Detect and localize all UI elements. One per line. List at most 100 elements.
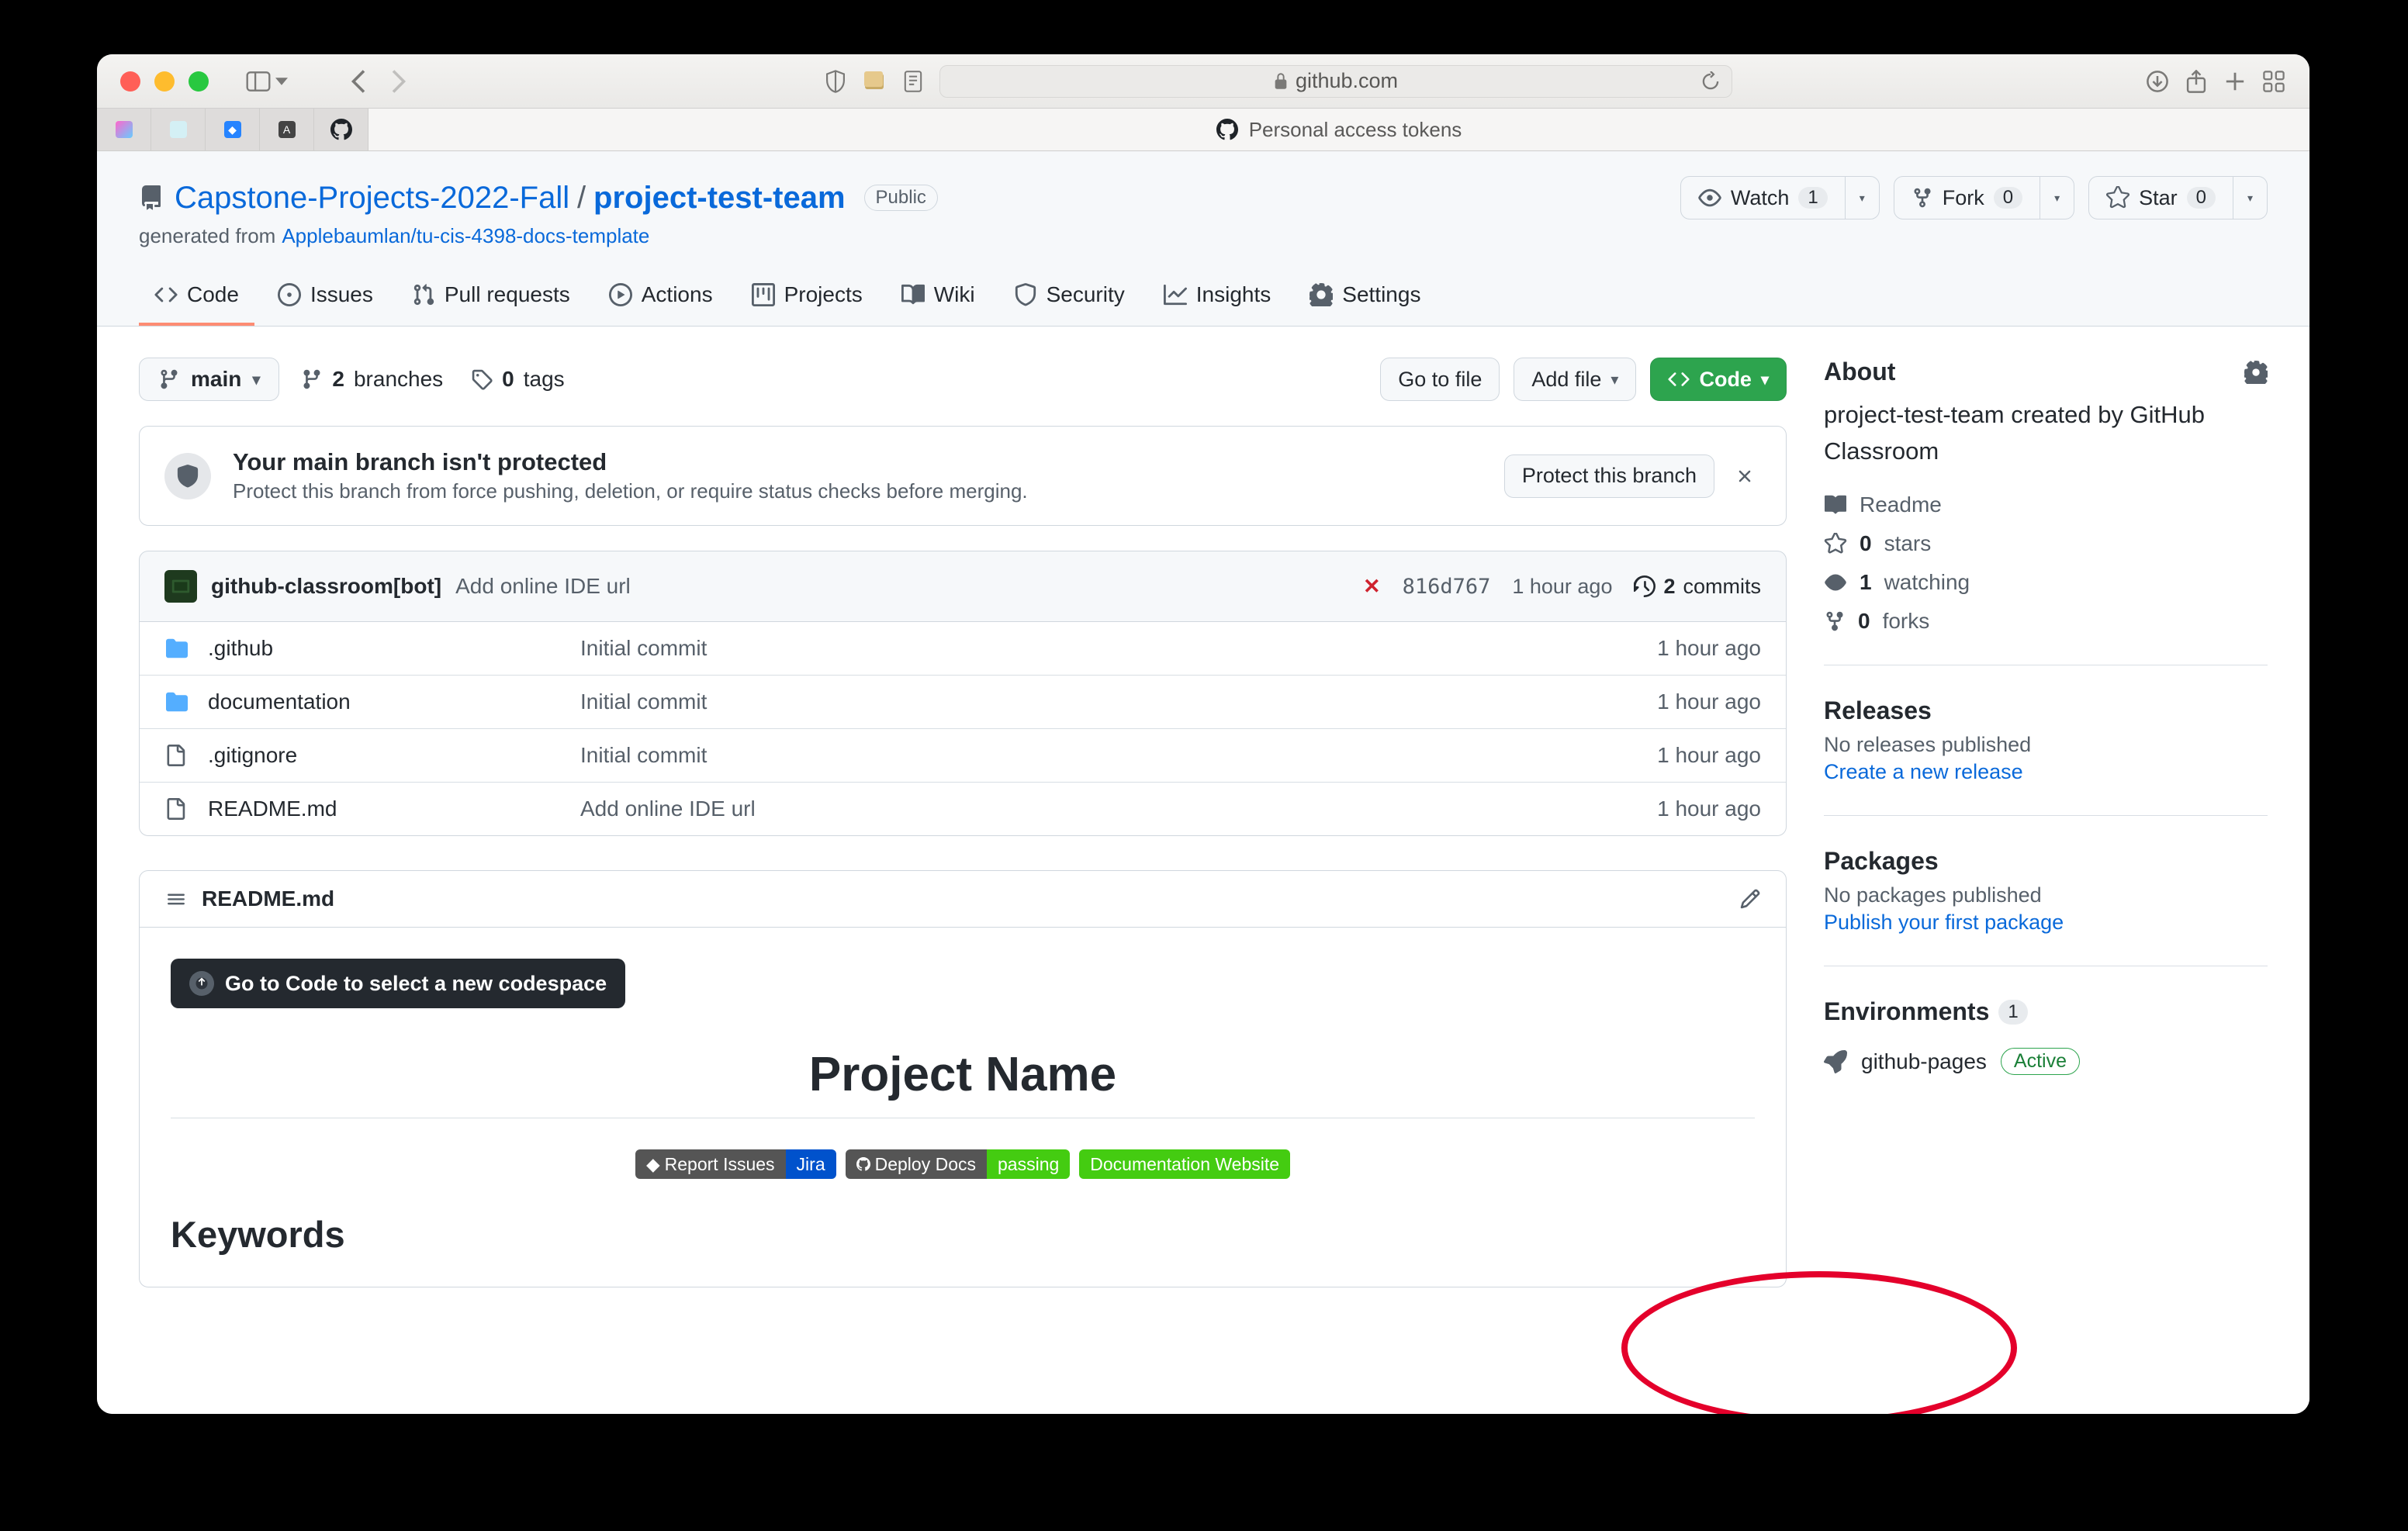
- file-row[interactable]: .gitignoreInitial commit1 hour ago: [140, 728, 1786, 782]
- star-icon: [2106, 186, 2129, 209]
- about-settings[interactable]: [2244, 361, 2268, 384]
- commit-sha[interactable]: 816d767: [1403, 575, 1491, 599]
- downloads-icon[interactable]: [2145, 69, 2170, 94]
- stars-link[interactable]: 0 stars: [1824, 531, 2268, 556]
- file-row[interactable]: documentationInitial commit1 hour ago: [140, 675, 1786, 728]
- file-list: .githubInitial commit1 hour agodocumenta…: [139, 622, 1787, 836]
- badge-deploy[interactable]: Deploy Docs passing: [846, 1149, 1071, 1179]
- repo-nav: Code Issues Pull requests Actions Projec…: [139, 270, 2268, 326]
- new-tab-icon[interactable]: [2223, 69, 2247, 94]
- watch-dropdown[interactable]: ▾: [1846, 176, 1880, 219]
- about-desc: project-test-team created by GitHub Clas…: [1824, 397, 2268, 469]
- create-release-link[interactable]: Create a new release: [1824, 760, 2268, 784]
- list-icon: [164, 889, 188, 909]
- badge-jira[interactable]: ◆ Report Issues Jira: [635, 1149, 836, 1179]
- tab-code[interactable]: Code: [139, 270, 254, 326]
- commit-author[interactable]: github-classroom[bot]: [211, 574, 441, 599]
- branch-protection-banner: Your main branch isn't protected Protect…: [139, 426, 1787, 526]
- commit-message[interactable]: Add online IDE url: [455, 574, 631, 599]
- environment-item[interactable]: github-pages Active: [1824, 1048, 2268, 1075]
- close-banner[interactable]: [1728, 460, 1761, 492]
- tab-actions[interactable]: Actions: [593, 270, 728, 326]
- active-tab[interactable]: Personal access tokens: [368, 109, 2309, 150]
- file-name[interactable]: documentation: [208, 689, 580, 714]
- tab-title: Personal access tokens: [1249, 118, 1462, 142]
- file-commit-msg[interactable]: Initial commit: [580, 636, 1657, 661]
- tab-issues[interactable]: Issues: [262, 270, 389, 326]
- watch-button[interactable]: Watch 1 ▾: [1680, 176, 1880, 219]
- fork-dropdown[interactable]: ▾: [2040, 176, 2074, 219]
- tab-insights[interactable]: Insights: [1148, 270, 1287, 326]
- template-link[interactable]: Applebaumlan/tu-cis-4398-docs-template: [282, 224, 649, 248]
- history-icon: [1634, 575, 1656, 597]
- titlebar: github.com: [97, 54, 2309, 109]
- file-time: 1 hour ago: [1657, 743, 1761, 768]
- pinned-tab-3[interactable]: ◆: [206, 109, 260, 150]
- passwords-icon[interactable]: [862, 69, 887, 94]
- address-bar[interactable]: github.com: [939, 65, 1732, 98]
- shield-icon: [164, 453, 211, 499]
- file-name[interactable]: .github: [208, 636, 580, 661]
- edit-readme[interactable]: [1739, 888, 1761, 910]
- sidebar-toggle[interactable]: [246, 71, 288, 92]
- tab-pulls[interactable]: Pull requests: [396, 270, 586, 326]
- fork-button[interactable]: Fork 0 ▾: [1894, 176, 2074, 219]
- tab-wiki[interactable]: Wiki: [886, 270, 991, 326]
- star-button[interactable]: Star 0 ▾: [2088, 176, 2268, 219]
- readme-filename[interactable]: README.md: [202, 886, 334, 911]
- tabs-icon[interactable]: [2261, 69, 2286, 94]
- reload-icon[interactable]: [1700, 71, 1721, 92]
- file-commit-msg[interactable]: Initial commit: [580, 689, 1657, 714]
- pinned-tab-5[interactable]: [314, 109, 368, 150]
- file-row[interactable]: README.mdAdd online IDE url1 hour ago: [140, 782, 1786, 835]
- tags-link[interactable]: 0 tags: [471, 367, 565, 392]
- zoom-window[interactable]: [189, 71, 209, 92]
- nav-back[interactable]: [347, 69, 372, 94]
- watching-link[interactable]: 1 watching: [1824, 570, 2268, 595]
- star-dropdown[interactable]: ▾: [2233, 176, 2268, 219]
- close-window[interactable]: [120, 71, 140, 92]
- packages-section: Packages No packages published Publish y…: [1824, 847, 2268, 966]
- file-time: 1 hour ago: [1657, 636, 1761, 661]
- publish-package-link[interactable]: Publish your first package: [1824, 911, 2268, 935]
- pinned-tab-4[interactable]: A: [260, 109, 314, 150]
- bot-avatar[interactable]: [164, 570, 197, 603]
- shield-icon[interactable]: [823, 69, 848, 94]
- window-controls: [120, 71, 209, 92]
- owner-link[interactable]: Capstone-Projects-2022-Fall: [175, 181, 569, 215]
- file-commit-msg[interactable]: Initial commit: [580, 743, 1657, 768]
- status-fail-icon[interactable]: ✕: [1363, 575, 1381, 599]
- goto-file-button[interactable]: Go to file: [1380, 358, 1500, 401]
- env-status-badge: Active: [2001, 1048, 2080, 1075]
- commits-link[interactable]: 2 commits: [1634, 575, 1761, 599]
- file-time: 1 hour ago: [1657, 797, 1761, 821]
- file-name[interactable]: .gitignore: [208, 743, 580, 768]
- nav-fwd: [386, 69, 410, 94]
- readme-keywords-heading: Keywords: [171, 1213, 1755, 1256]
- minimize-window[interactable]: [154, 71, 175, 92]
- rocket-icon: [1824, 1050, 1847, 1073]
- repo-icon: [139, 184, 164, 212]
- protect-branch-button[interactable]: Protect this branch: [1504, 454, 1714, 498]
- add-file-button[interactable]: Add file ▾: [1514, 358, 1636, 401]
- tab-projects[interactable]: Projects: [736, 270, 878, 326]
- branch-icon: [158, 368, 180, 391]
- share-icon[interactable]: [2184, 69, 2209, 94]
- code-button[interactable]: Code ▾: [1650, 358, 1787, 401]
- branch-selector[interactable]: main ▾: [139, 358, 279, 401]
- repo-link[interactable]: project-test-team: [593, 181, 846, 215]
- file-name[interactable]: README.md: [208, 797, 580, 821]
- tab-settings[interactable]: Settings: [1294, 270, 1436, 326]
- pinned-tab-1[interactable]: [97, 109, 151, 150]
- file-row[interactable]: .githubInitial commit1 hour ago: [140, 622, 1786, 675]
- file-commit-msg[interactable]: Add online IDE url: [580, 797, 1657, 821]
- badge-docs[interactable]: Documentation Website: [1079, 1149, 1290, 1179]
- go-codespace-button[interactable]: Go to Code to select a new codespace: [171, 959, 625, 1008]
- branches-link[interactable]: 2 branches: [301, 367, 443, 392]
- readme-link[interactable]: Readme: [1824, 492, 2268, 517]
- pinned-tab-2[interactable]: [151, 109, 206, 150]
- forks-link[interactable]: 0 forks: [1824, 609, 2268, 634]
- reader-icon[interactable]: [901, 69, 925, 94]
- tab-security[interactable]: Security: [998, 270, 1140, 326]
- eye-icon: [1698, 186, 1721, 209]
